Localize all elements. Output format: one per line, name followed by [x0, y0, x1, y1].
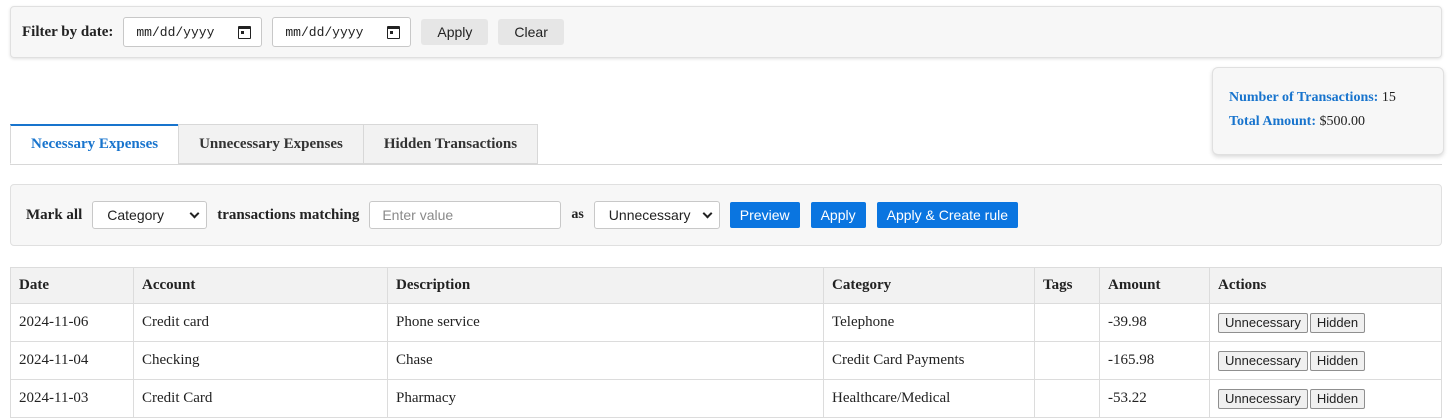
tab-hidden-transactions[interactable]: Hidden Transactions: [362, 124, 539, 164]
bulk-mark-bar: Mark all Category transactions matching …: [10, 184, 1442, 246]
cell-amount: -53.22: [1099, 379, 1210, 418]
filter-clear-button[interactable]: Clear: [498, 19, 564, 45]
cell-actions: Unnecessary Hidden: [1209, 341, 1442, 380]
total-amount-row: Total Amount: $500.00: [1229, 114, 1443, 130]
column-header-date: Date: [10, 267, 134, 304]
field-select[interactable]: Category: [92, 201, 208, 229]
hide-button[interactable]: Hidden: [1309, 312, 1366, 333]
preview-button[interactable]: Preview: [729, 202, 800, 228]
mark-unnecessary-button[interactable]: Unnecessary: [1218, 350, 1308, 371]
cell-amount: -165.98: [1099, 341, 1210, 380]
mark-unnecessary-button[interactable]: Unnecessary: [1218, 312, 1308, 333]
rule-apply-button[interactable]: Apply: [810, 202, 866, 228]
cell-description: Chase: [387, 341, 824, 380]
date-to-input[interactable]: mm/dd/yyyy: [272, 17, 412, 47]
hide-button[interactable]: Hidden: [1309, 388, 1366, 409]
table-row: 2024-11-04 Checking Chase Credit Card Pa…: [10, 341, 1442, 380]
filter-label: Filter by date:: [22, 23, 114, 40]
cell-tags: [1034, 341, 1100, 380]
total-amount-label: Total Amount:: [1229, 114, 1317, 129]
hide-button[interactable]: Hidden: [1309, 350, 1366, 371]
matching-label: transactions matching: [217, 206, 360, 223]
cell-tags: [1034, 379, 1100, 418]
cell-category: Credit Card Payments: [823, 341, 1035, 380]
cell-description: Pharmacy: [387, 379, 824, 418]
cell-amount: -39.98: [1099, 303, 1210, 342]
apply-create-rule-button[interactable]: Apply & Create rule: [876, 202, 1019, 228]
expense-tabs: Necessary Expenses Unnecessary Expenses …: [10, 124, 539, 164]
target-select-value: Unnecessary: [608, 207, 691, 223]
transaction-count-label: Number of Transactions:: [1229, 90, 1379, 105]
cell-category: Telephone: [823, 303, 1035, 342]
cell-actions: Unnecessary Hidden: [1209, 303, 1442, 342]
tab-divider: [10, 164, 1442, 165]
column-header-tags: Tags: [1034, 267, 1100, 304]
column-header-category: Category: [823, 267, 1035, 304]
column-header-account: Account: [133, 267, 388, 304]
summary-card: Number of Transactions: 15 Total Amount:…: [1212, 67, 1444, 155]
tab-necessary-expenses[interactable]: Necessary Expenses: [10, 124, 180, 164]
table-row: 2024-11-06 Credit card Phone service Tel…: [10, 303, 1442, 342]
table-row: 2024-11-03 Credit Card Pharmacy Healthca…: [10, 379, 1442, 418]
total-amount-value: $500.00: [1319, 114, 1366, 129]
cell-actions: Unnecessary Hidden: [1209, 379, 1442, 418]
field-select-value: Category: [107, 207, 165, 223]
match-value-input[interactable]: [369, 201, 562, 229]
mark-all-label: Mark all: [26, 206, 83, 223]
chevron-down-icon: [702, 208, 713, 218]
cell-description: Phone service: [387, 303, 824, 342]
date-from-placeholder: mm/dd/yyyy: [136, 24, 215, 40]
transaction-count-value: 15: [1381, 90, 1396, 105]
as-label: as: [571, 207, 584, 222]
date-from-input[interactable]: mm/dd/yyyy: [123, 17, 263, 47]
calendar-icon[interactable]: [238, 25, 252, 39]
mark-unnecessary-button[interactable]: Unnecessary: [1218, 388, 1308, 409]
cell-date: 2024-11-03: [10, 379, 134, 418]
cell-category: Healthcare/Medical: [823, 379, 1035, 418]
transactions-table: Date Account Description Category Tags A…: [10, 267, 1442, 418]
column-header-description: Description: [387, 267, 824, 304]
transaction-count-row: Number of Transactions: 15: [1229, 90, 1443, 106]
date-to-placeholder: mm/dd/yyyy: [285, 24, 364, 40]
target-select[interactable]: Unnecessary: [593, 201, 720, 229]
chevron-down-icon: [189, 208, 200, 218]
cell-date: 2024-11-04: [10, 341, 134, 380]
column-header-amount: Amount: [1099, 267, 1210, 304]
tab-unnecessary-expenses[interactable]: Unnecessary Expenses: [178, 124, 364, 164]
filter-apply-button[interactable]: Apply: [421, 19, 489, 45]
date-filter-bar: Filter by date: mm/dd/yyyy mm/dd/yyyy Ap…: [10, 6, 1442, 58]
cell-account: Credit card: [133, 303, 388, 342]
column-header-actions: Actions: [1209, 267, 1442, 304]
cell-account: Checking: [133, 341, 388, 380]
cell-tags: [1034, 303, 1100, 342]
cell-account: Credit Card: [133, 379, 388, 418]
table-header-row: Date Account Description Category Tags A…: [10, 267, 1442, 304]
calendar-icon[interactable]: [387, 25, 401, 39]
cell-date: 2024-11-06: [10, 303, 134, 342]
